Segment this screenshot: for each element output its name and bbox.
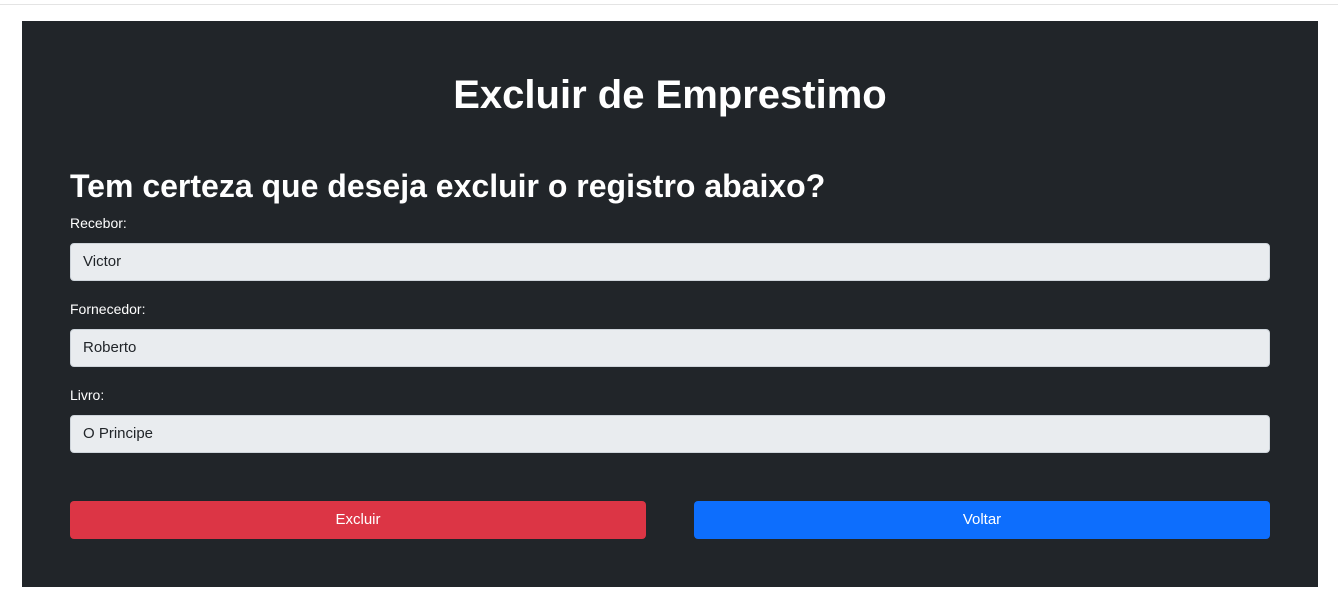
back-button[interactable]: Voltar [694, 501, 1270, 539]
receiver-field[interactable]: Victor [70, 243, 1270, 281]
supplier-field[interactable]: Roberto [70, 329, 1270, 367]
top-divider [0, 4, 1338, 5]
confirmation-question: Tem certeza que deseja excluir o registr… [70, 168, 826, 204]
delete-button[interactable]: Excluir [70, 501, 646, 539]
page-title: Excluir de Emprestimo [453, 73, 887, 117]
book-field[interactable]: O Principe [70, 415, 1270, 453]
delete-loan-card: Excluir de Emprestimo Tem certeza que de… [22, 21, 1318, 587]
book-label: Livro: [70, 387, 105, 403]
supplier-label: Fornecedor: [70, 301, 146, 317]
receiver-label: Recebor: [70, 215, 127, 231]
